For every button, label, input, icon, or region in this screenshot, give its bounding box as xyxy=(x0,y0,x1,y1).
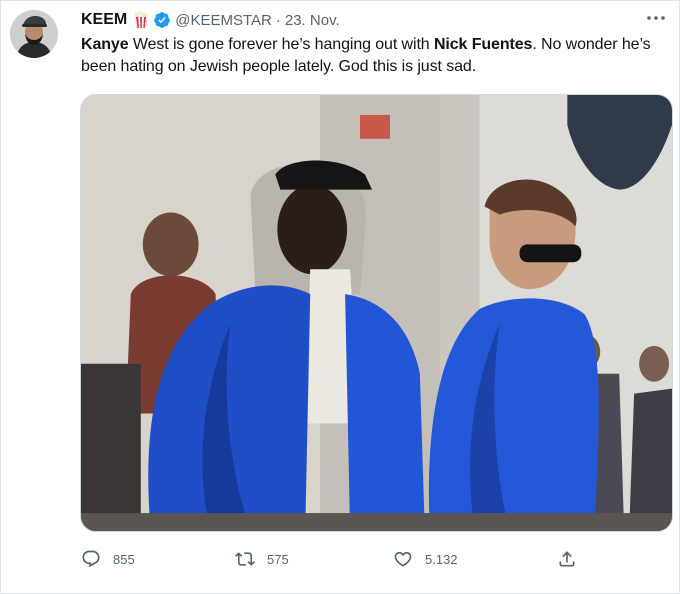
popcorn-emoji-icon xyxy=(133,11,149,29)
more-horizontal-icon[interactable] xyxy=(645,11,667,25)
like-icon xyxy=(394,551,412,567)
avatar-image xyxy=(10,10,58,58)
tweet-video[interactable] xyxy=(80,94,673,532)
separator-dot: · xyxy=(275,11,281,29)
reply-button[interactable]: 855 xyxy=(81,547,135,571)
share-icon xyxy=(559,551,575,567)
mention-kanye: Kanye xyxy=(81,36,129,53)
tweet-card[interactable]: KEEM @KEEMSTAR · 23. Nov. Kanye West is … xyxy=(0,0,680,594)
retweet-button[interactable]: 575 xyxy=(235,547,289,571)
tweet-text: Kanye West is gone forever he’s hanging … xyxy=(81,34,671,78)
tweet-date[interactable]: 23. Nov. xyxy=(285,12,340,29)
display-name[interactable]: KEEM xyxy=(81,11,127,29)
reply-count: 855 xyxy=(113,551,135,567)
tweet-header: KEEM @KEEMSTAR · 23. Nov. xyxy=(81,9,340,31)
tweet-text-part: West is gone forever he’s hanging out wi… xyxy=(128,36,434,53)
video-frame-image xyxy=(81,95,672,531)
tweet-actions: 855 575 5.132 xyxy=(81,547,581,571)
like-count: 5.132 xyxy=(425,551,458,567)
avatar[interactable] xyxy=(10,10,58,58)
like-button[interactable]: 5.132 xyxy=(393,547,458,571)
share-button[interactable] xyxy=(557,547,577,571)
verified-badge-icon xyxy=(153,11,171,29)
reply-icon xyxy=(82,550,100,568)
retweet-icon xyxy=(235,552,255,566)
retweet-count: 575 xyxy=(267,551,289,567)
mention-nick-fuentes: Nick Fuentes xyxy=(433,36,533,53)
user-handle[interactable]: @KEEMSTAR xyxy=(175,12,272,29)
